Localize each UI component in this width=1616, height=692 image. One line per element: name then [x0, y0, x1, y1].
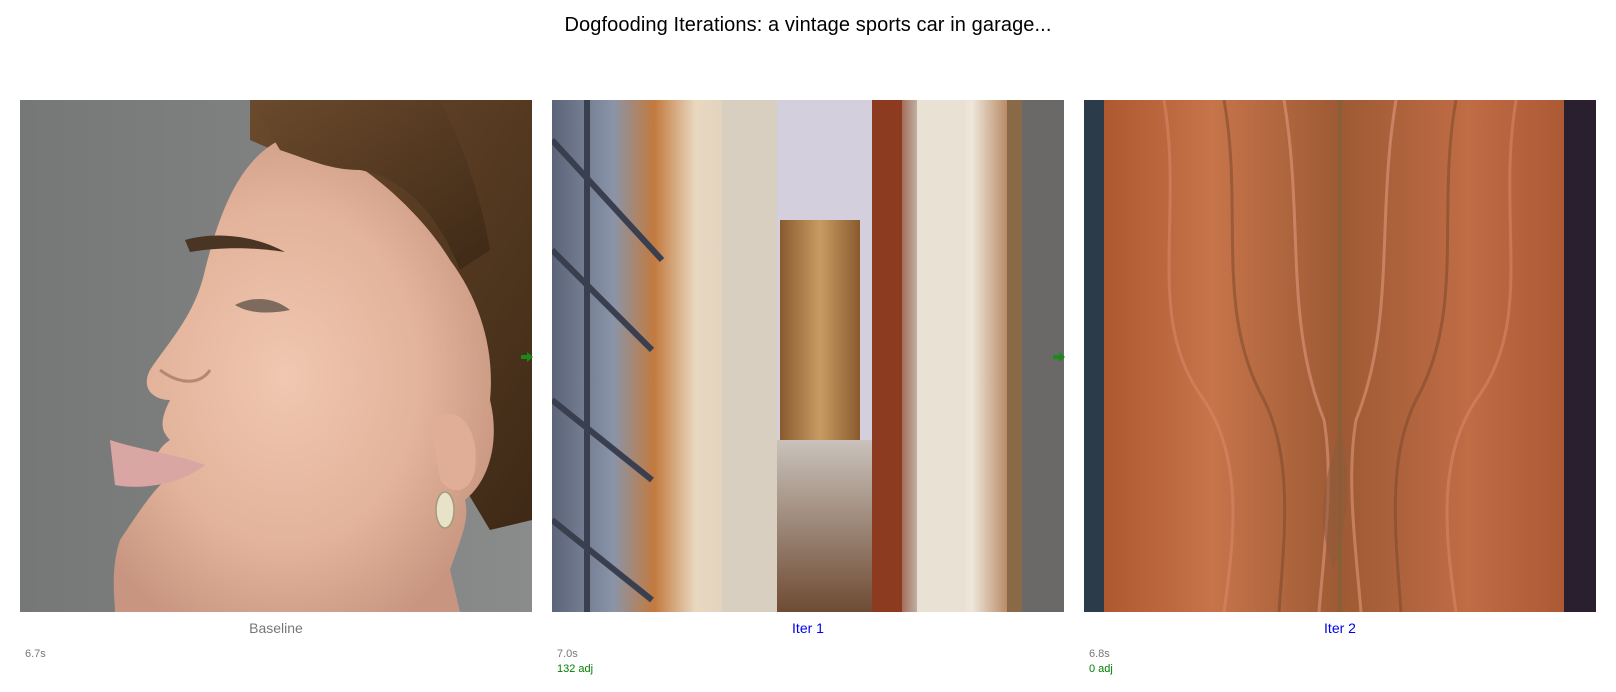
arrow-right-icon	[1053, 350, 1065, 362]
baseline-time: 6.7s	[25, 648, 46, 660]
iter-1-time: 7.0s	[557, 648, 578, 660]
arrow-right-icon	[521, 350, 533, 362]
baseline-image	[20, 100, 532, 612]
iter-1-image	[552, 100, 1064, 612]
iter-2-image	[1084, 100, 1596, 612]
iter-2-label: Iter 2	[1324, 620, 1356, 636]
iter-2-time: 6.8s	[1089, 648, 1110, 660]
iter-1-label: Iter 1	[792, 620, 824, 636]
iter-1-adj: 132 adj	[557, 663, 594, 675]
iter-2-adj: 0 adj	[1089, 663, 1113, 675]
baseline-label: Baseline	[249, 620, 303, 636]
page-title: Dogfooding Iterations: a vintage sports …	[564, 14, 1052, 36]
